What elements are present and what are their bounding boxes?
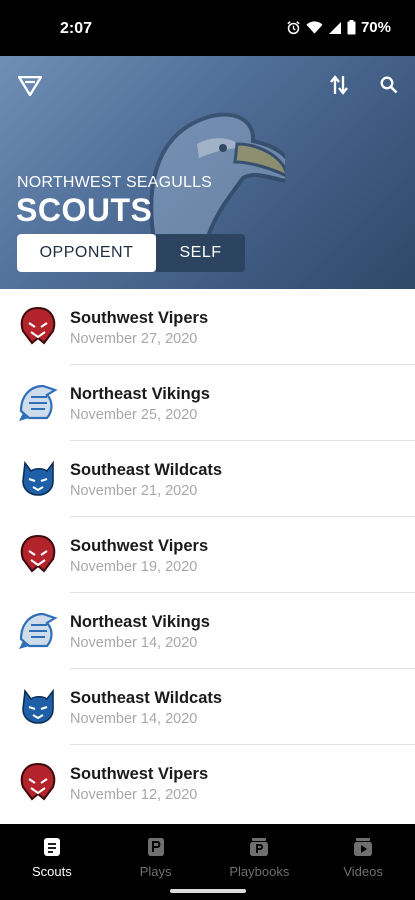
scouts-header: NORTHWEST SEAGULLS SCOUTS OPPONENT SELF <box>0 56 415 289</box>
scout-row[interactable]: Southeast Wildcats November 14, 2020 <box>0 669 415 745</box>
wildcat-logo <box>17 457 59 499</box>
scout-row[interactable]: Southwest Vipers November 27, 2020 <box>0 289 415 365</box>
nav-scouts[interactable]: Scouts <box>0 824 104 900</box>
viking-logo <box>17 381 59 423</box>
scout-type-toggle: OPPONENT SELF <box>17 234 245 272</box>
scout-team-name: Southwest Vipers <box>70 765 209 783</box>
nav-label: Playbooks <box>229 864 290 879</box>
nav-label: Scouts <box>32 864 72 879</box>
scout-team-name: Northeast Vikings <box>70 613 210 631</box>
segment-opponent[interactable]: OPPONENT <box>17 234 156 272</box>
playbooks-icon <box>248 836 270 858</box>
alarm-icon <box>286 20 301 35</box>
segment-self[interactable]: SELF <box>156 234 245 272</box>
battery-icon <box>347 20 356 35</box>
signal-icon <box>328 21 342 35</box>
team-name: NORTHWEST SEAGULLS <box>17 174 213 191</box>
status-bar: 2:07 70% <box>0 0 415 56</box>
viper-logo <box>17 533 59 575</box>
scout-team-name: Southeast Wildcats <box>70 461 223 479</box>
scout-date: November 25, 2020 <box>70 407 198 423</box>
sort-button[interactable] <box>326 74 352 100</box>
battery-level: 70% <box>360 19 391 36</box>
scout-date: November 19, 2020 <box>70 559 198 575</box>
page-title: SCOUTS <box>16 192 153 228</box>
scout-row[interactable]: Northeast Vikings November 14, 2020 <box>0 593 415 669</box>
scout-team-name: Southwest Vipers <box>70 537 209 555</box>
scout-row[interactable]: Southwest Vipers November 19, 2020 <box>0 517 415 593</box>
scout-team-name: Southeast Wildcats <box>70 689 223 707</box>
scout-date: November 12, 2020 <box>70 787 198 803</box>
videos-icon <box>352 836 374 858</box>
scouts-icon <box>41 836 63 858</box>
nav-videos[interactable]: Videos <box>311 824 415 900</box>
scout-date: November 14, 2020 <box>70 635 198 651</box>
status-icons: 70% <box>286 19 391 36</box>
plays-icon <box>145 836 167 858</box>
scout-list: Southwest Vipers November 27, 2020 North… <box>0 289 415 824</box>
scout-row[interactable]: Southeast Wildcats November 21, 2020 <box>0 441 415 517</box>
search-button[interactable] <box>376 74 402 100</box>
wifi-icon <box>306 20 323 35</box>
viking-logo <box>17 609 59 651</box>
nav-label: Plays <box>139 864 172 879</box>
search-icon <box>380 76 398 99</box>
sort-icon <box>330 74 348 100</box>
scout-date: November 21, 2020 <box>70 483 198 499</box>
viper-logo <box>17 305 59 347</box>
viper-logo <box>17 761 59 803</box>
scout-row[interactable]: Southwest Vipers November 12, 2020 <box>0 745 415 821</box>
scout-date: November 27, 2020 <box>70 331 198 347</box>
scout-team-name: Northeast Vikings <box>70 385 210 403</box>
app-logo-icon[interactable] <box>17 75 43 101</box>
scout-team-name: Southwest Vipers <box>70 309 209 327</box>
status-time: 2:07 <box>60 20 93 37</box>
wildcat-logo <box>17 685 59 727</box>
scout-row[interactable]: Northeast Vikings November 25, 2020 <box>0 365 415 441</box>
home-indicator[interactable] <box>170 889 246 893</box>
scout-date: November 14, 2020 <box>70 711 198 727</box>
nav-label: Videos <box>343 864 383 879</box>
